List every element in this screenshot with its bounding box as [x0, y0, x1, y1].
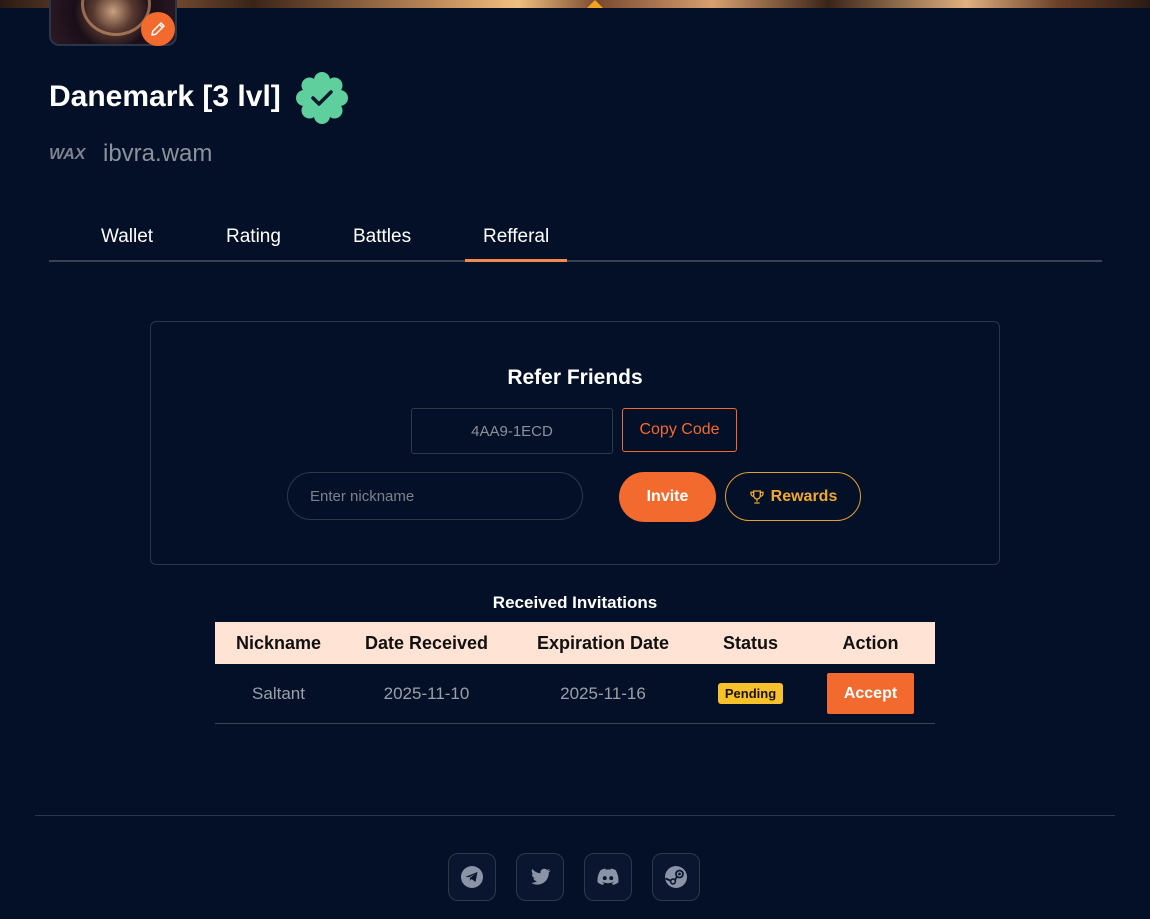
telegram-icon — [461, 866, 483, 888]
steam-link[interactable] — [652, 853, 700, 901]
table-row: Saltant 2025-11-10 2025-11-16 Pending Ac… — [215, 664, 935, 724]
refer-friends-card: Refer Friends 4AA9-1ECD Copy Code Invite… — [150, 321, 1000, 565]
twitter-link[interactable] — [516, 853, 564, 901]
status-cell: Pending — [695, 664, 806, 724]
steam-icon — [665, 866, 687, 888]
tab-refferal[interactable]: Refferal — [464, 226, 568, 262]
tab-wallet[interactable]: Wallet — [101, 226, 153, 260]
copy-code-button[interactable]: Copy Code — [622, 408, 737, 452]
received-invitations-title: Received Invitations — [492, 593, 658, 612]
profile-name: Danemark [3 lvl] — [49, 80, 281, 113]
expiration-date-cell: 2025-11-16 — [511, 664, 695, 724]
rewards-label: Rewards — [770, 487, 838, 505]
edit-avatar-button[interactable] — [141, 12, 175, 46]
referral-code: 4AA9-1ECD — [411, 408, 613, 454]
rewards-button[interactable]: Rewards — [725, 472, 861, 521]
nickname-input[interactable] — [287, 472, 583, 520]
footer-divider — [35, 815, 1115, 816]
verified-badge-icon — [296, 72, 348, 124]
nickname-cell: Saltant — [215, 664, 342, 724]
twitter-icon — [531, 868, 551, 885]
discord-icon — [597, 868, 619, 886]
accept-button[interactable]: Accept — [827, 673, 914, 714]
profile-tabs: Wallet Rating Battles Refferal — [49, 220, 1102, 262]
wax-logo-icon: WAX — [49, 146, 87, 163]
tab-rating[interactable]: Rating — [226, 226, 281, 260]
column-header: Date Received — [342, 622, 511, 664]
pencil-icon — [151, 22, 165, 36]
svg-text:WAX: WAX — [49, 146, 87, 163]
wallet-id: ibvra.wam — [103, 140, 213, 167]
tab-battles[interactable]: Battles — [353, 226, 411, 260]
banner-marker-icon — [587, 0, 603, 8]
column-header: Nickname — [215, 622, 342, 664]
status-badge: Pending — [717, 683, 784, 704]
telegram-link[interactable] — [448, 853, 496, 901]
invite-button[interactable]: Invite — [619, 472, 716, 522]
date-received-cell: 2025-11-10 — [342, 664, 511, 724]
column-header: Status — [695, 622, 806, 664]
discord-link[interactable] — [584, 853, 632, 901]
trophy-icon — [749, 489, 764, 504]
invitations-table: Nickname Date Received Expiration Date S… — [215, 622, 935, 724]
column-header: Action — [806, 622, 935, 664]
column-header: Expiration Date — [511, 622, 695, 664]
action-cell: Accept — [806, 664, 935, 724]
refer-title: Refer Friends — [507, 366, 643, 389]
